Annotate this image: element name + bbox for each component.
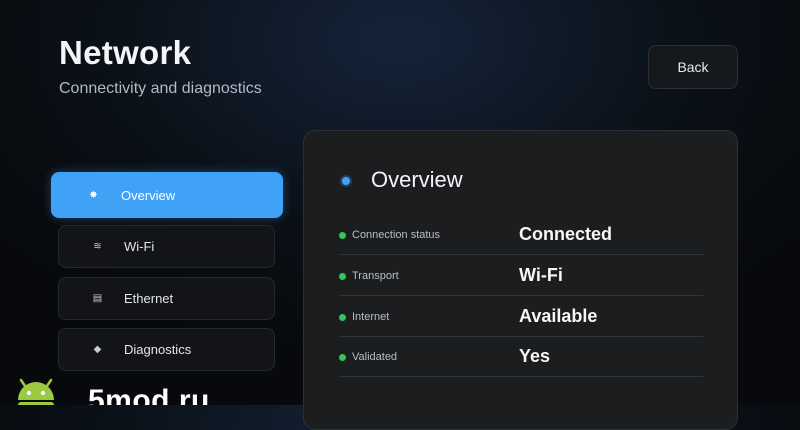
diagnostics-icon: ◆ [93, 344, 102, 355]
sidebar-item-label: Overview [121, 187, 176, 203]
sidebar-item-wifi[interactable]: ≋ Wi-Fi [58, 225, 275, 268]
page-title: Network [59, 34, 192, 71]
sidebar-item-ethernet[interactable]: ▤ Ethernet [58, 277, 275, 320]
panel-title: Overview [371, 167, 463, 192]
back-button[interactable]: Back [648, 45, 738, 89]
status-dot-icon [339, 232, 346, 239]
page-subtitle: Connectivity and diagnostics [59, 80, 262, 97]
status-row: Validated Yes [339, 336, 703, 377]
watermark: 5mod.ru [0, 372, 260, 405]
status-dot-icon [339, 273, 346, 280]
row-label: Connection status [352, 229, 441, 241]
status-dot-icon [339, 354, 346, 361]
row-label: Validated [352, 351, 398, 363]
sidebar-item-overview[interactable]: ✸ Overview [51, 172, 283, 218]
sidebar-item-label: Diagnostics [124, 342, 192, 357]
row-value: Yes [519, 346, 551, 366]
status-dot-icon [339, 314, 346, 321]
overview-icon: ✸ [89, 189, 98, 201]
row-value: Wi-Fi [519, 265, 563, 285]
row-value: Available [519, 306, 598, 326]
wifi-icon: ≋ [93, 241, 102, 252]
status-row: Internet Available [339, 296, 703, 337]
ethernet-icon: ▤ [92, 293, 103, 304]
watermark-text: 5mod.ru [88, 384, 210, 405]
sidebar-item-label: Ethernet [124, 291, 174, 306]
sidebar-item-label: Wi-Fi [124, 239, 155, 254]
row-value: Connected [519, 224, 613, 244]
row-label: Transport [352, 270, 399, 282]
row-label: Internet [352, 311, 390, 323]
android-robot-icon [18, 378, 54, 405]
status-row: Connection status Connected [339, 214, 703, 255]
sidebar-item-diagnostics[interactable]: ◆ Diagnostics [58, 328, 275, 371]
status-row: Transport Wi-Fi [339, 255, 703, 296]
panel-indicator-icon [342, 177, 350, 185]
overview-panel: Overview Connection status Connected Tra… [303, 130, 738, 430]
